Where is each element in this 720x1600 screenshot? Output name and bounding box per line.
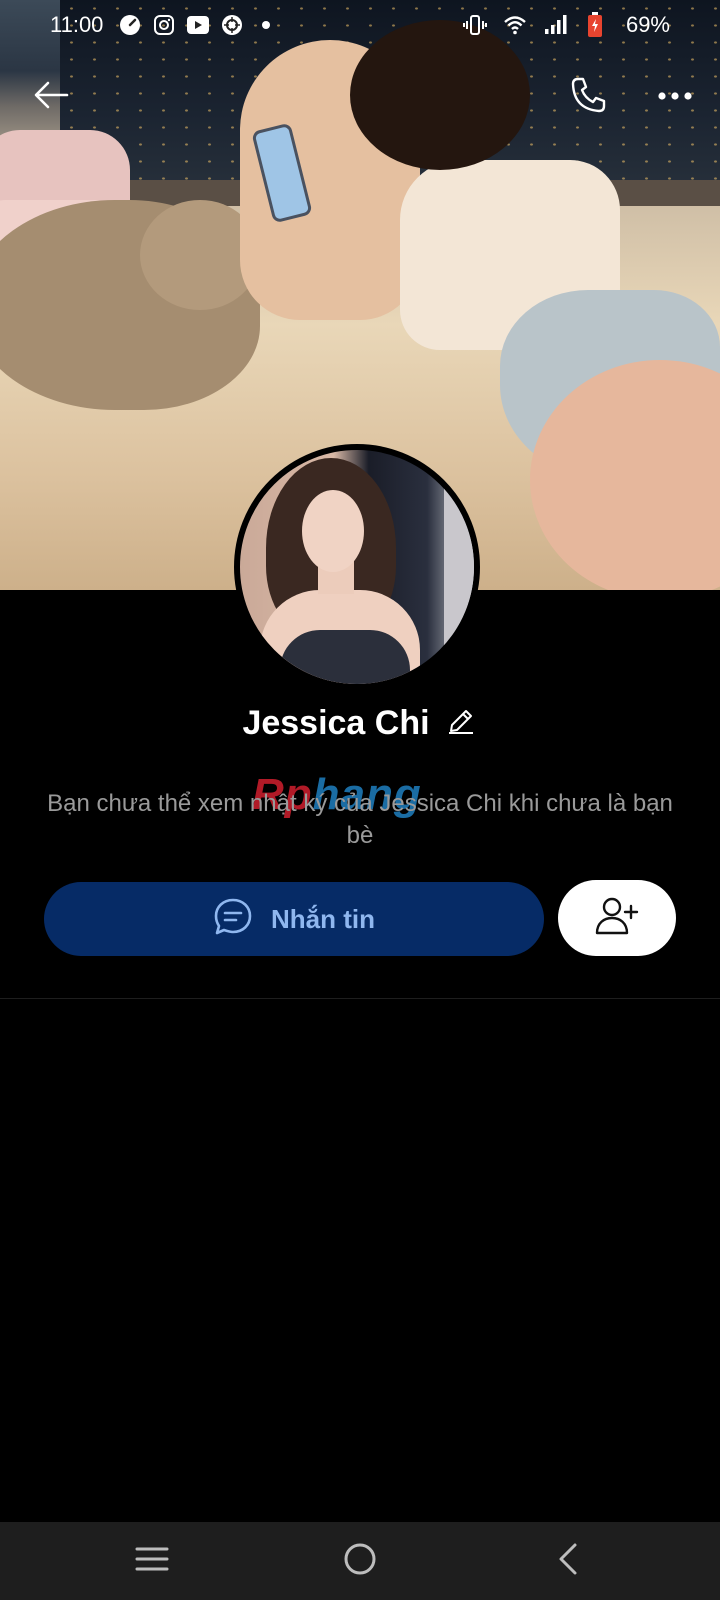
avatar-face — [302, 490, 364, 572]
message-button[interactable]: Nhắn tin — [44, 882, 544, 956]
edit-name-button[interactable] — [444, 706, 478, 740]
more-icon — [657, 88, 693, 106]
add-friend-icon — [595, 896, 639, 941]
status-time: 11:00 — [50, 12, 104, 37]
avatar-fur-top — [280, 630, 410, 684]
signal-icon — [542, 12, 568, 38]
speedometer-app-icon — [117, 12, 143, 38]
name-row: Jessica Chi — [0, 700, 720, 746]
avatar[interactable] — [234, 444, 480, 690]
instagram-icon — [151, 12, 177, 38]
system-back-button[interactable] — [538, 1536, 598, 1586]
pencil-icon — [447, 707, 475, 740]
avatar-background-door — [444, 450, 474, 684]
home-icon — [343, 1542, 377, 1581]
notification-dot-icon — [253, 12, 279, 38]
status-right: 69% — [462, 12, 670, 38]
back-icon — [556, 1542, 580, 1581]
section-divider — [0, 998, 720, 999]
add-friend-button[interactable] — [558, 880, 676, 956]
more-button[interactable] — [652, 74, 698, 120]
vibrate-icon — [462, 12, 488, 38]
back-arrow-icon — [33, 80, 69, 115]
battery-icon — [582, 12, 608, 38]
back-button[interactable] — [28, 74, 74, 120]
message-button-label: Nhắn tin — [271, 903, 375, 934]
battery-percent: 69% — [625, 12, 670, 37]
wifi-icon — [502, 12, 528, 38]
system-nav-bar — [0, 1522, 720, 1600]
app-icon — [219, 12, 245, 38]
status-bar: 11:00 69% — [0, 0, 720, 50]
recent-apps-icon — [135, 1545, 169, 1578]
video-app-icon — [185, 12, 211, 38]
top-action-bar — [0, 64, 720, 130]
chat-bubble-icon — [213, 897, 253, 942]
recent-apps-button[interactable] — [122, 1536, 182, 1586]
home-button[interactable] — [330, 1536, 390, 1586]
call-button[interactable] — [566, 74, 612, 120]
profile-name: Jessica Chi — [242, 703, 430, 742]
private-diary-notice: Bạn chưa thể xem nhật ký của Jessica Chi… — [47, 790, 673, 849]
phone-call-icon — [570, 76, 608, 119]
